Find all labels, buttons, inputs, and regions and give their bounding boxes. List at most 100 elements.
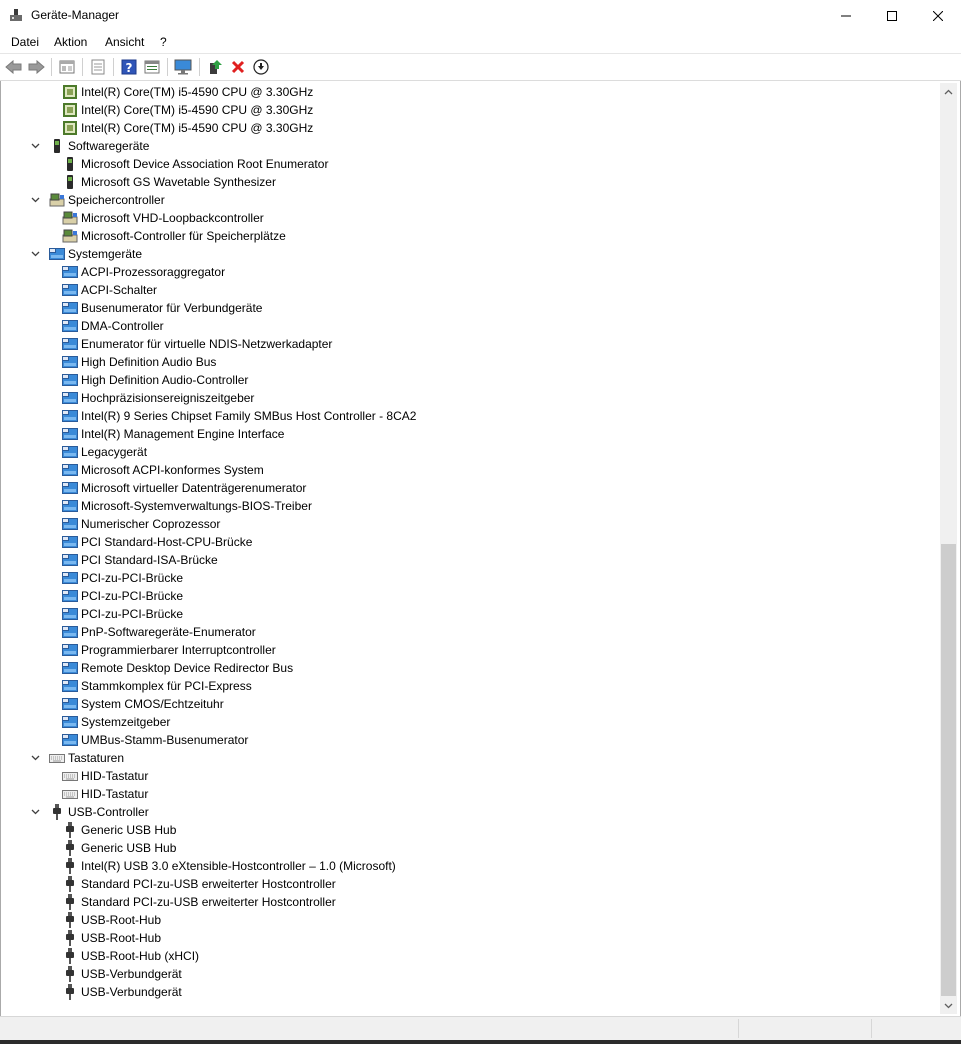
menu-ansicht[interactable]: Ansicht bbox=[105, 35, 144, 49]
tree-item[interactable]: ACPI-Prozessoraggregator bbox=[62, 263, 225, 281]
tree-item[interactable]: Microsoft-Controller für Speicherplätze bbox=[62, 227, 286, 245]
tree-category[interactable]: USB-Controller bbox=[29, 803, 149, 821]
tree-item[interactable]: Generic USB Hub bbox=[62, 821, 176, 839]
tree-item[interactable]: DMA-Controller bbox=[62, 317, 164, 335]
tree-item[interactable]: PCI Standard-ISA-Brücke bbox=[62, 551, 218, 569]
tree-item[interactable]: HID-Tastatur bbox=[62, 767, 148, 785]
usb-icon bbox=[62, 822, 78, 838]
tree-item[interactable]: USB-Verbundgerät bbox=[62, 965, 182, 983]
tree-item[interactable]: Intel(R) Management Engine Interface bbox=[62, 425, 284, 443]
properties-button[interactable] bbox=[58, 58, 76, 76]
tree-category[interactable]: Tastaturen bbox=[29, 749, 124, 767]
help-button[interactable]: ? bbox=[120, 58, 138, 76]
tree-item[interactable]: UMBus-Stamm-Busenumerator bbox=[62, 731, 248, 749]
vertical-scrollbar[interactable] bbox=[940, 83, 957, 1014]
usb-icon bbox=[62, 840, 78, 856]
tree-item[interactable]: Microsoft GS Wavetable Synthesizer bbox=[62, 173, 276, 191]
status-segment bbox=[738, 1019, 871, 1038]
system-icon bbox=[62, 300, 78, 316]
tree-category[interactable]: Systemgeräte bbox=[29, 245, 142, 263]
tree-item[interactable]: PCI-zu-PCI-Brücke bbox=[62, 587, 183, 605]
update-driver-button[interactable] bbox=[206, 58, 224, 76]
menu-help[interactable]: ? bbox=[160, 35, 167, 49]
tree-item[interactable]: High Definition Audio Bus bbox=[62, 353, 216, 371]
tree-item-label: Standard PCI-zu-USB erweiterter Hostcont… bbox=[81, 877, 336, 891]
tree-item[interactable]: Enumerator für virtuelle NDIS-Netzwerkad… bbox=[62, 335, 332, 353]
tree-item-label: Hochpräzisionsereigniszeitgeber bbox=[81, 391, 255, 405]
tree-category[interactable]: Softwaregeräte bbox=[29, 137, 149, 155]
scroll-thumb[interactable] bbox=[941, 544, 956, 996]
view-button[interactable] bbox=[143, 58, 161, 76]
scroll-up-button[interactable] bbox=[940, 83, 957, 100]
tree-item[interactable]: Intel(R) 9 Series Chipset Family SMBus H… bbox=[62, 407, 416, 425]
tree-item-label: USB-Verbundgerät bbox=[81, 985, 182, 999]
menu-aktion[interactable]: Aktion bbox=[54, 35, 87, 49]
system-icon bbox=[62, 606, 78, 622]
system-icon bbox=[62, 516, 78, 532]
tree-item[interactable]: Intel(R) USB 3.0 eXtensible-Hostcontroll… bbox=[62, 857, 396, 875]
tree-item[interactable]: PCI-zu-PCI-Brücke bbox=[62, 569, 183, 587]
uninstall-button[interactable] bbox=[229, 58, 247, 76]
tree-item[interactable]: Numerischer Coprozessor bbox=[62, 515, 220, 533]
download-button[interactable] bbox=[252, 58, 270, 76]
forward-icon bbox=[28, 60, 45, 74]
tree-item[interactable]: Busenumerator für Verbundgeräte bbox=[62, 299, 262, 317]
system-icon bbox=[62, 552, 78, 568]
tree-item[interactable]: Generic USB Hub bbox=[62, 839, 176, 857]
tree-item[interactable]: PnP-Softwaregeräte-Enumerator bbox=[62, 623, 256, 641]
driver-button[interactable] bbox=[89, 58, 107, 76]
tree-item[interactable]: HID-Tastatur bbox=[62, 785, 148, 803]
tree-item[interactable]: Microsoft Device Association Root Enumer… bbox=[62, 155, 328, 173]
tree-item[interactable]: Intel(R) Core(TM) i5-4590 CPU @ 3.30GHz bbox=[62, 119, 313, 137]
tree-item[interactable]: PCI Standard-Host-CPU-Brücke bbox=[62, 533, 252, 551]
tree-item[interactable]: Standard PCI-zu-USB erweiterter Hostcont… bbox=[62, 875, 336, 893]
chevron-down-icon[interactable] bbox=[29, 140, 41, 152]
software-icon bbox=[62, 156, 78, 172]
tree-item[interactable]: USB-Verbundgerät bbox=[62, 983, 182, 1001]
tree-item[interactable]: Intel(R) Core(TM) i5-4590 CPU @ 3.30GHz bbox=[62, 101, 313, 119]
tree-item-label: ACPI-Schalter bbox=[81, 283, 158, 297]
tree-item[interactable]: Microsoft VHD-Loopbackcontroller bbox=[62, 209, 264, 227]
window-title: Geräte-Manager bbox=[31, 8, 120, 22]
properties-icon bbox=[59, 60, 75, 74]
tree-item[interactable]: ACPI-Schalter bbox=[62, 281, 157, 299]
tree-item[interactable]: Microsoft-Systemverwaltungs-BIOS-Treiber bbox=[62, 497, 312, 515]
tree-item[interactable]: Systemzeitgeber bbox=[62, 713, 170, 731]
chevron-down-icon bbox=[944, 1003, 953, 1008]
device-tree[interactable]: Intel(R) Core(TM) i5-4590 CPU @ 3.30GHz I… bbox=[0, 83, 940, 1014]
title-bar[interactable]: Geräte-Manager bbox=[0, 0, 961, 31]
menu-datei[interactable]: Datei bbox=[11, 35, 39, 49]
tree-item[interactable]: Programmierbarer Interruptcontroller bbox=[62, 641, 276, 659]
chevron-down-icon[interactable] bbox=[29, 806, 41, 818]
forward-button[interactable] bbox=[27, 58, 45, 76]
tree-item[interactable]: High Definition Audio-Controller bbox=[62, 371, 248, 389]
tree-item[interactable]: Intel(R) Core(TM) i5-4590 CPU @ 3.30GHz bbox=[62, 83, 313, 101]
tree-item[interactable]: Remote Desktop Device Redirector Bus bbox=[62, 659, 293, 677]
tree-item-label: Systemzeitgeber bbox=[81, 715, 171, 729]
tree-item[interactable]: Microsoft ACPI-konformes System bbox=[62, 461, 264, 479]
tree-item-label: USB-Verbundgerät bbox=[81, 967, 182, 981]
tree-item[interactable]: Microsoft virtueller Datenträgerenumerat… bbox=[62, 479, 306, 497]
chevron-down-icon[interactable] bbox=[29, 194, 41, 206]
tree-item[interactable]: PCI-zu-PCI-Brücke bbox=[62, 605, 183, 623]
maximize-button[interactable] bbox=[869, 0, 915, 31]
tree-item[interactable]: Standard PCI-zu-USB erweiterter Hostcont… bbox=[62, 893, 336, 911]
system-icon bbox=[62, 372, 78, 388]
chevron-down-icon[interactable] bbox=[29, 752, 41, 764]
tree-item[interactable]: Stammkomplex für PCI-Express bbox=[62, 677, 252, 695]
scan-hardware-button[interactable] bbox=[174, 58, 192, 76]
tree-item[interactable]: Hochpräzisionsereigniszeitgeber bbox=[62, 389, 254, 407]
tree-category[interactable]: Speichercontroller bbox=[29, 191, 165, 209]
tree-item[interactable]: System CMOS/Echtzeituhr bbox=[62, 695, 224, 713]
close-button[interactable] bbox=[915, 0, 961, 31]
scroll-down-button[interactable] bbox=[940, 997, 957, 1014]
tree-item-label: PCI Standard-Host-CPU-Brücke bbox=[81, 535, 253, 549]
tree-item[interactable]: USB-Root-Hub bbox=[62, 929, 161, 947]
system-icon bbox=[62, 678, 78, 694]
tree-item[interactable]: USB-Root-Hub (xHCI) bbox=[62, 947, 199, 965]
chevron-down-icon[interactable] bbox=[29, 248, 41, 260]
back-button[interactable] bbox=[5, 58, 23, 76]
tree-item[interactable]: USB-Root-Hub bbox=[62, 911, 161, 929]
tree-item[interactable]: Legacygerät bbox=[62, 443, 147, 461]
minimize-button[interactable] bbox=[823, 0, 869, 31]
